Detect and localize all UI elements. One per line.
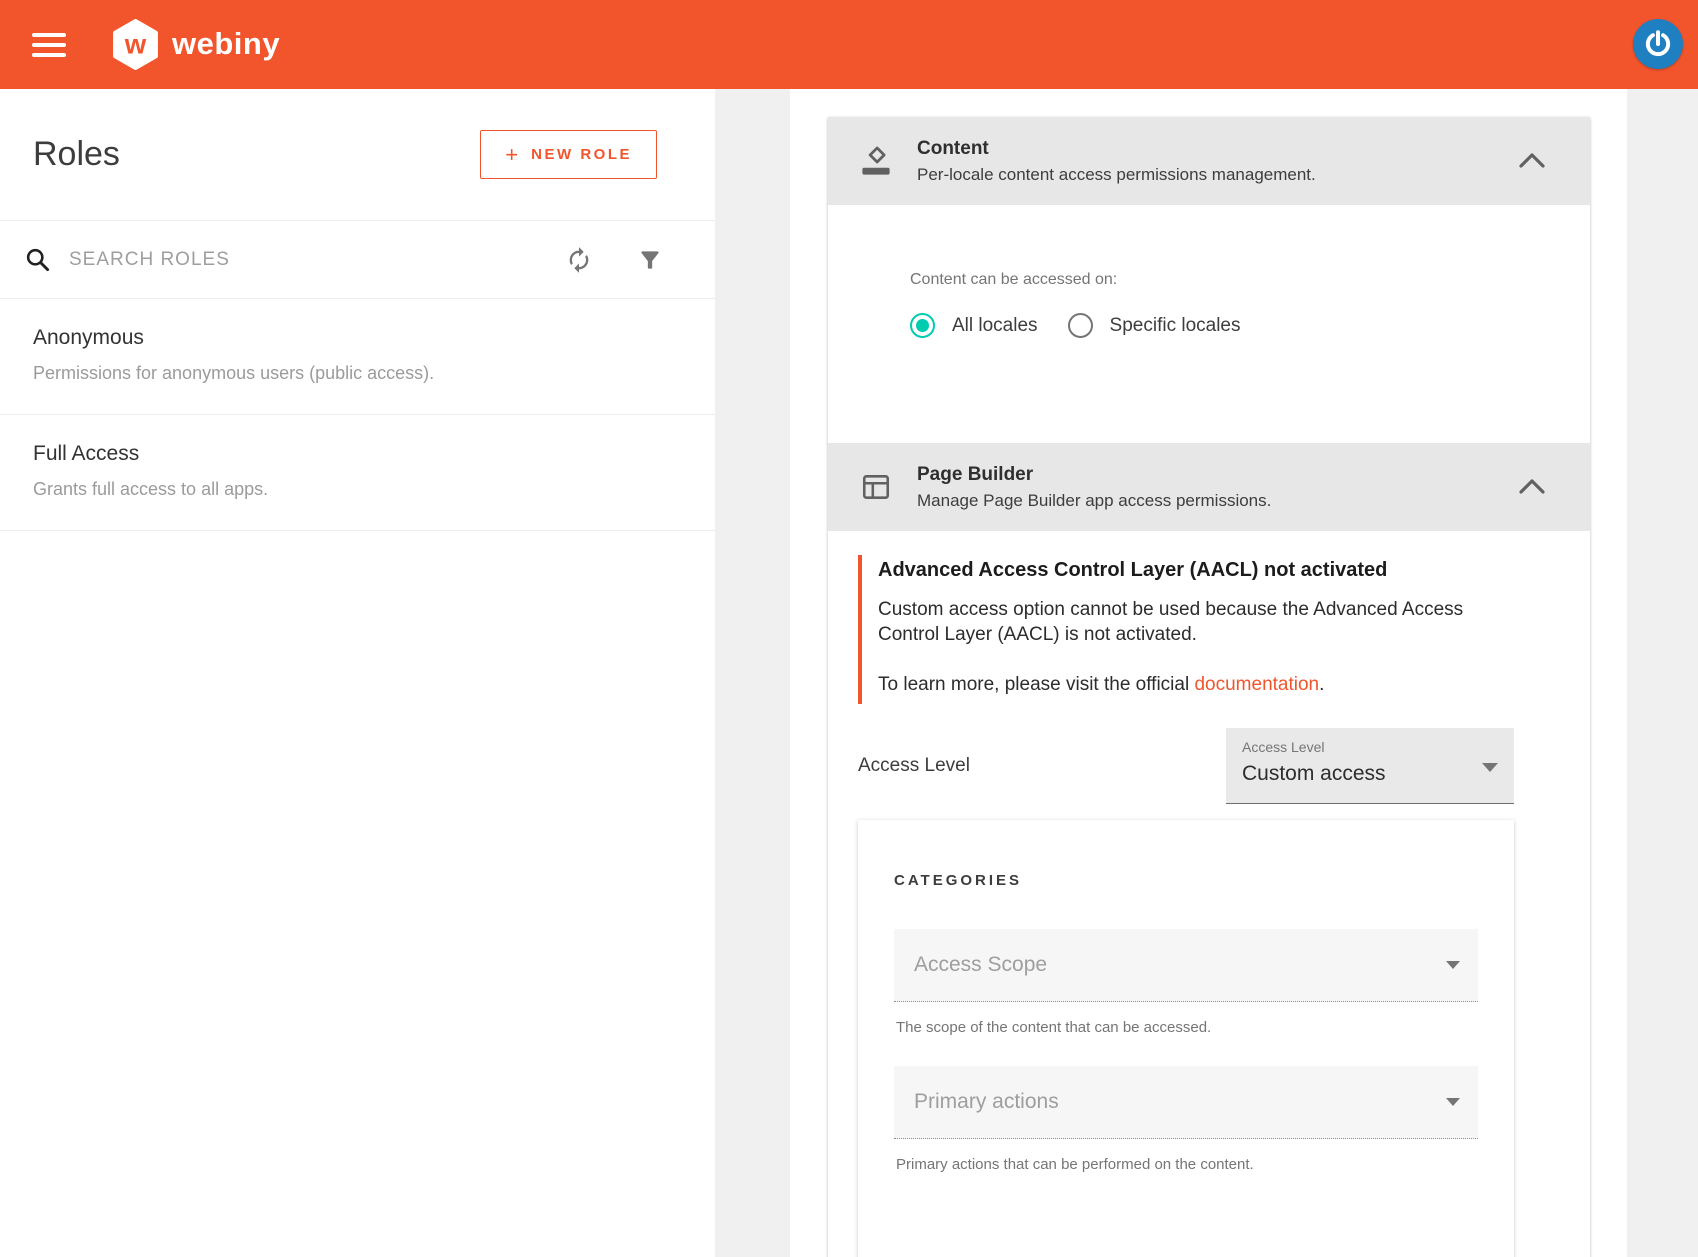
access-scope-select[interactable]: Access Scope	[894, 929, 1478, 1002]
categories-card: CATEGORIES Access Scope The scope of the…	[858, 820, 1514, 1257]
avatar[interactable]	[1633, 19, 1683, 69]
page-title: Roles	[33, 135, 120, 174]
access-scope-helper: The scope of the content that can be acc…	[896, 1019, 1478, 1036]
accordion-header-page-builder[interactable]: Page Builder Manage Page Builder app acc…	[828, 443, 1590, 531]
search-bar	[0, 221, 715, 299]
brand-text: webiny	[172, 26, 280, 62]
primary-actions-helper: Primary actions that can be performed on…	[896, 1156, 1478, 1173]
access-level-row: Access Level Access Level Custom access	[858, 728, 1514, 804]
page-builder-icon	[858, 469, 894, 505]
app-window: w webiny Roles + NEW ROLE	[0, 0, 1698, 1257]
roles-list-panel: Roles + NEW ROLE Anonymous	[0, 89, 715, 1257]
role-details-panel: Content Per-locale content access permis…	[790, 89, 1627, 1257]
content-icon	[858, 143, 894, 179]
role-list-item-full-access[interactable]: Full Access Grants full access to all ap…	[0, 415, 715, 531]
locales-radio-group: All locales Specific locales	[910, 313, 1590, 338]
new-role-button[interactable]: + NEW ROLE	[480, 130, 657, 179]
radio-selected-icon	[910, 313, 935, 338]
warning-title: Advanced Access Control Layer (AACL) not…	[878, 559, 1478, 582]
access-question-label: Content can be accessed on:	[910, 271, 1590, 289]
role-name: Anonymous	[33, 326, 682, 350]
role-description: Permissions for anonymous users (public …	[33, 363, 682, 384]
chevron-up-icon[interactable]	[1518, 477, 1546, 495]
role-description: Grants full access to all apps.	[33, 479, 682, 500]
access-level-select[interactable]: Access Level Custom access	[1226, 728, 1514, 804]
svg-text:w: w	[124, 29, 147, 60]
dropdown-caret-icon	[1446, 1098, 1460, 1106]
radio-specific-locales[interactable]: Specific locales	[1068, 313, 1241, 338]
hamburger-icon[interactable]	[32, 33, 66, 57]
filter-icon[interactable]	[637, 247, 663, 273]
chevron-up-icon[interactable]	[1518, 151, 1546, 169]
access-level-label: Access Level	[858, 755, 970, 777]
section-title: Content	[917, 138, 1316, 160]
permissions-accordion: Content Per-locale content access permis…	[828, 117, 1590, 1257]
accordion-header-content[interactable]: Content Per-locale content access permis…	[828, 117, 1590, 205]
refresh-icon[interactable]	[565, 246, 593, 274]
power-icon	[1642, 28, 1674, 60]
dropdown-caret-icon	[1482, 763, 1498, 772]
select-floating-label: Access Level	[1242, 739, 1498, 755]
content-section-body: Content can be accessed on: All locales …	[828, 205, 1590, 443]
search-input[interactable]	[67, 248, 565, 272]
warning-link-row: To learn more, please visit the official…	[878, 674, 1478, 696]
radio-all-locales[interactable]: All locales	[910, 313, 1038, 338]
documentation-link[interactable]: documentation	[1194, 674, 1319, 695]
role-name: Full Access	[33, 442, 682, 466]
aacl-warning: Advanced Access Control Layer (AACL) not…	[858, 555, 1478, 704]
search-tools	[565, 246, 663, 274]
select-value: Custom access	[1242, 762, 1498, 786]
primary-actions-select[interactable]: Primary actions	[894, 1066, 1478, 1139]
webiny-hexagon-icon: w	[112, 19, 159, 70]
section-title: Page Builder	[917, 464, 1271, 486]
warning-body: Custom access option cannot be used beca…	[878, 597, 1468, 648]
categories-heading: CATEGORIES	[894, 872, 1478, 889]
new-role-button-label: NEW ROLE	[531, 146, 632, 163]
radio-unselected-icon	[1068, 313, 1093, 338]
top-app-bar: w webiny	[0, 0, 1698, 89]
webiny-logo[interactable]: w webiny	[112, 19, 280, 70]
panel-header: Roles + NEW ROLE	[0, 89, 715, 221]
dropdown-caret-icon	[1446, 961, 1460, 969]
section-description: Per-locale content access permissions ma…	[917, 165, 1316, 185]
page-builder-section-body: Advanced Access Control Layer (AACL) not…	[828, 531, 1590, 1257]
section-description: Manage Page Builder app access permissio…	[917, 491, 1271, 511]
search-icon	[24, 246, 51, 273]
role-list-item-anonymous[interactable]: Anonymous Permissions for anonymous user…	[0, 299, 715, 415]
plus-icon: +	[505, 148, 518, 162]
